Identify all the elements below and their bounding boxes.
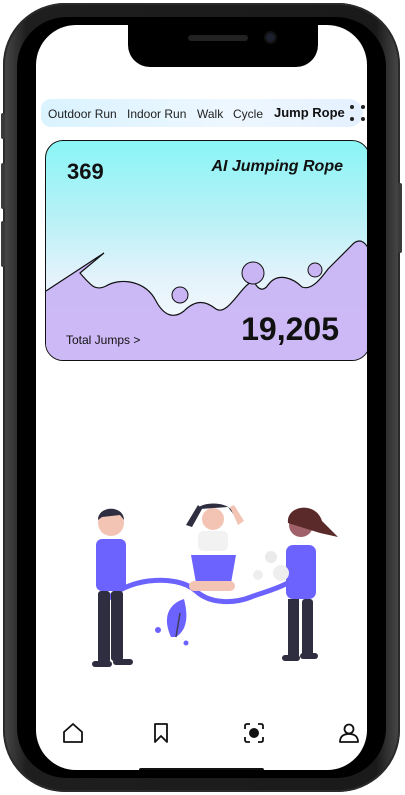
home-indicator[interactable]: [139, 768, 264, 770]
activity-tab-bar: Outdoor Run Indoor Run Walk Cycle Jump R…: [41, 99, 363, 127]
card-title: AI Jumping Rope: [211, 158, 343, 175]
total-jumps-value: 19,205: [241, 311, 339, 347]
bookmark-icon[interactable]: [149, 721, 173, 745]
profile-icon[interactable]: [337, 721, 361, 745]
notch: [128, 25, 318, 67]
record-icon[interactable]: [242, 721, 266, 745]
bottom-navigation: [36, 713, 367, 753]
front-camera: [266, 33, 275, 42]
phone-frame: Outdoor Run Indoor Run Walk Cycle Jump R…: [1, 3, 402, 792]
screen: Outdoor Run Indoor Run Walk Cycle Jump R…: [36, 25, 367, 770]
jump-rope-stats-card[interactable]: 369 AI Jumping Rope 19,205 Total Jumps >: [45, 140, 367, 361]
four-dots-icon[interactable]: [348, 103, 367, 123]
volume-down-button: [1, 221, 5, 267]
bezel: Outdoor Run Indoor Run Walk Cycle Jump R…: [17, 17, 386, 778]
tab-jump-rope[interactable]: Jump Rope: [274, 105, 345, 120]
mute-switch: [1, 113, 5, 139]
total-jumps-link[interactable]: Total Jumps >: [66, 333, 140, 347]
volume-up-button: [1, 163, 5, 209]
power-button: [398, 183, 402, 253]
home-icon[interactable]: [61, 721, 85, 745]
speaker: [188, 35, 248, 41]
tab-indoor-run[interactable]: Indoor Run: [127, 107, 186, 121]
children-jumping-rope-illustration: [92, 503, 338, 667]
tab-walk[interactable]: Walk: [197, 107, 223, 121]
tab-cycle[interactable]: Cycle: [233, 107, 263, 121]
current-count: 369: [67, 159, 104, 184]
tab-outdoor-run[interactable]: Outdoor Run: [48, 107, 117, 121]
